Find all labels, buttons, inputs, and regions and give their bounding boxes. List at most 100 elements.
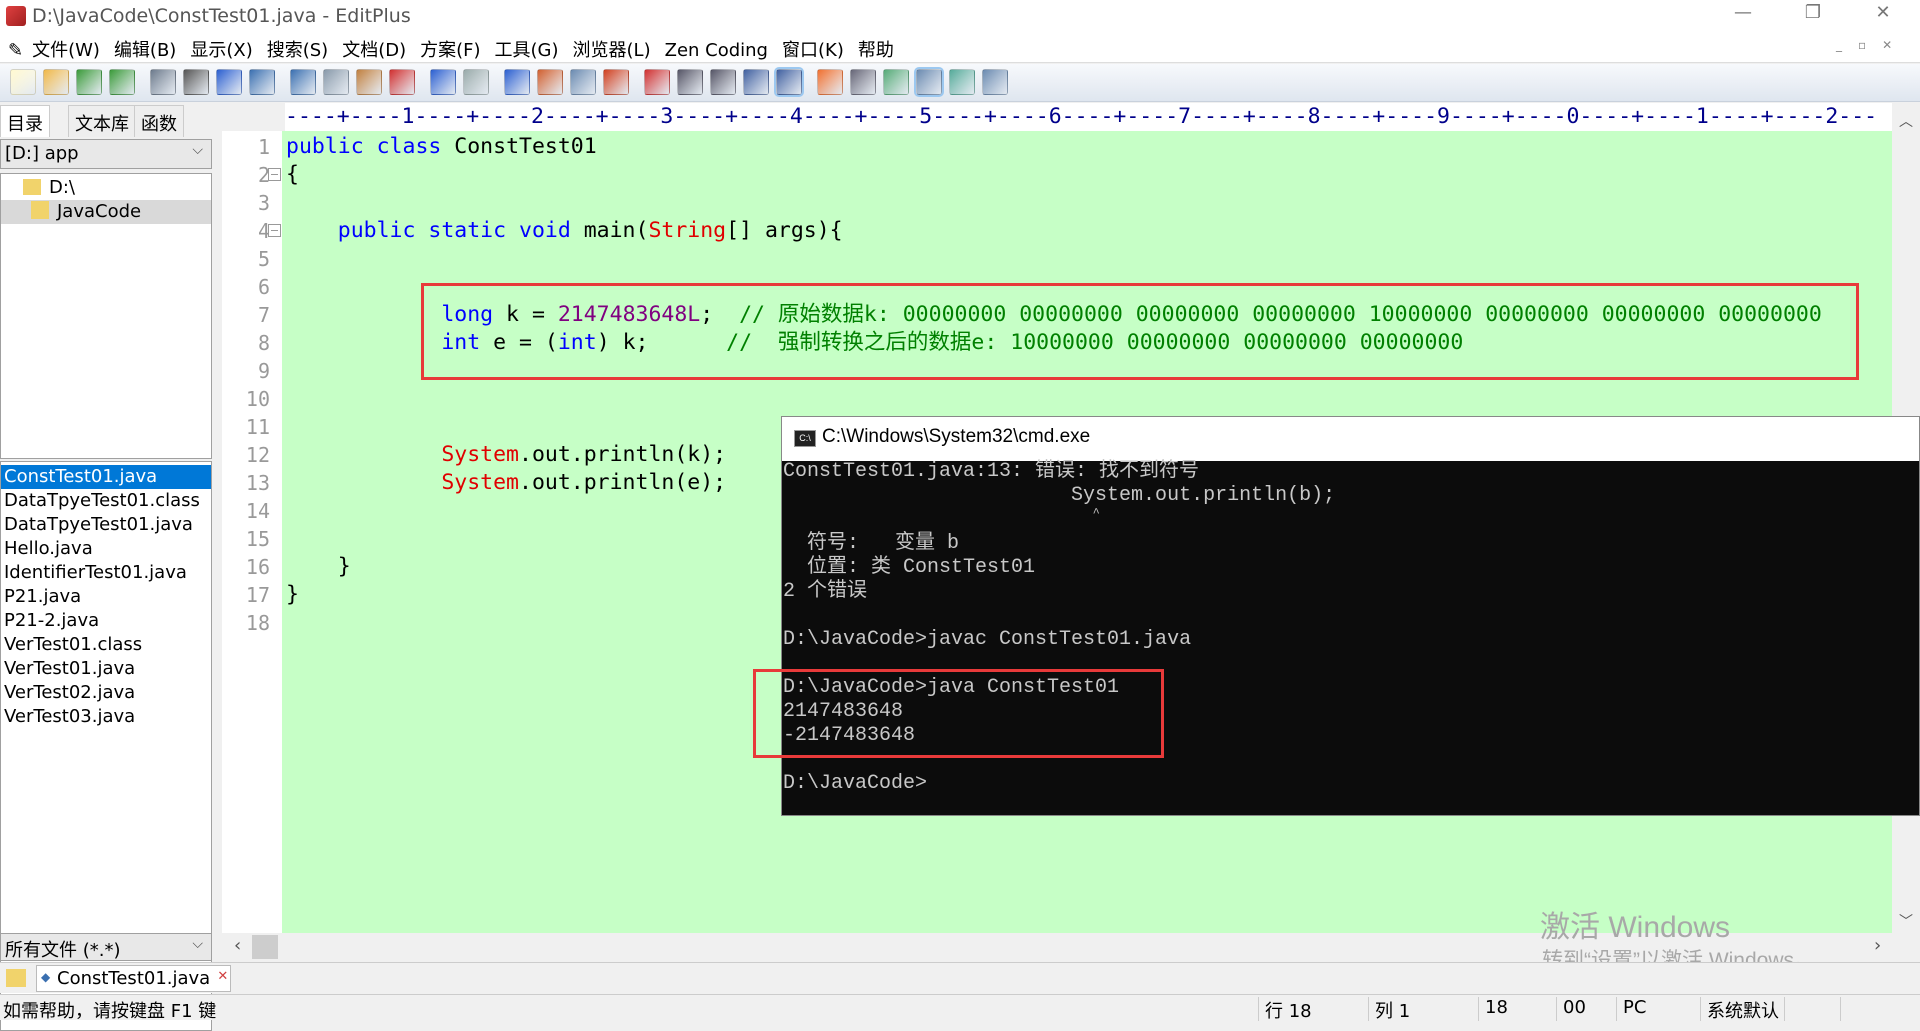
window-title: D:\JavaCode\ConstTest01.java - EditPlus — [32, 5, 411, 27]
indent-icon[interactable] — [743, 69, 769, 95]
tab-functions[interactable]: 函数 — [134, 105, 184, 137]
save-icon[interactable] — [76, 69, 102, 95]
cmd-icon: C:\ — [794, 430, 816, 447]
line-number: 16 — [245, 555, 270, 579]
app-icon — [6, 6, 26, 26]
mdi-controls[interactable]: _▫✕ — [1836, 38, 1908, 52]
print-preview-icon[interactable] — [150, 69, 176, 95]
close-button[interactable]: ✕ — [1860, 2, 1906, 30]
open-folder-icon — [31, 201, 49, 219]
close-tab-icon[interactable]: ✕ — [217, 969, 228, 984]
line-number: 14 — [245, 499, 270, 523]
menu-browser[interactable]: 浏览器(L) — [566, 32, 658, 66]
file-list-item[interactable]: P21-2.java — [1, 609, 211, 633]
menu-zen-coding[interactable]: Zen Coding — [658, 36, 775, 65]
activation-watermark-title: 激活 Windows — [1540, 911, 1731, 944]
scroll-down-icon[interactable]: ﹀ — [1899, 911, 1913, 931]
line-number: 5 — [257, 247, 270, 271]
cmd-window[interactable]: C:\ C:\Windows\System32\cmd.exe ConstTes… — [753, 416, 1920, 816]
file-list-item[interactable]: DataTpyeTest01.class — [1, 489, 211, 513]
find-icon[interactable] — [504, 69, 530, 95]
copy-icon[interactable] — [323, 69, 349, 95]
undo-icon[interactable] — [430, 69, 456, 95]
document-tab[interactable]: ◆ ConstTest01.java ✕ — [36, 965, 232, 992]
new-file-icon[interactable] — [10, 69, 36, 95]
tree-label: D:\ — [49, 177, 75, 198]
output-highlight-box — [753, 669, 1164, 758]
spell-check-icon[interactable] — [216, 69, 242, 95]
file-list-item[interactable]: ConstTest01.java — [1, 465, 211, 489]
tab-directory[interactable]: 目录 — [0, 105, 50, 137]
drive-value: [D:] app — [5, 143, 79, 164]
menu-edit[interactable]: 编辑(B) — [107, 32, 183, 66]
code-line-16: } — [286, 554, 351, 579]
line-number: 11 — [245, 415, 270, 439]
fold-toggle-icon[interactable] — [268, 224, 281, 237]
file-list-item[interactable]: VerTest02.java — [1, 681, 211, 705]
output-icon[interactable] — [949, 69, 975, 95]
line-number: 12 — [245, 443, 270, 467]
file-list-item[interactable]: IdentifierTest01.java — [1, 561, 211, 585]
tree-item-javacode[interactable]: JavaCode — [1, 200, 211, 224]
font-icon[interactable] — [644, 69, 670, 95]
tree-item-d[interactable]: D:\ — [1, 176, 211, 200]
cut-icon[interactable] — [290, 69, 316, 95]
browser-preview-icon[interactable] — [249, 69, 275, 95]
hex-icon[interactable] — [677, 69, 703, 95]
drive-select[interactable]: [D:] app ⌵ — [0, 139, 212, 169]
paste-icon[interactable] — [356, 69, 382, 95]
menu-window[interactable]: 窗口(K) — [775, 32, 851, 66]
directory-icon[interactable] — [883, 69, 909, 95]
open-file-icon[interactable] — [43, 69, 69, 95]
help-icon[interactable] — [982, 69, 1008, 95]
line-number: 10 — [245, 387, 270, 411]
scroll-thumb[interactable] — [252, 935, 278, 959]
ruler-icon[interactable] — [774, 67, 804, 97]
line-number: 3 — [257, 191, 270, 215]
file-filter-select[interactable]: 所有文件 (*.*) ⌵ — [0, 933, 212, 961]
cmd-output-line: D:\JavaCode>javac ConstTest01.java — [783, 628, 1192, 651]
line-number: 2 — [257, 163, 270, 187]
list-view-icon[interactable] — [850, 69, 876, 95]
word-wrap-icon[interactable] — [710, 69, 736, 95]
menu-project[interactable]: 方案(F) — [413, 32, 487, 66]
file-list-item[interactable]: VerTest03.java — [1, 705, 211, 729]
restore-button[interactable]: ❐ — [1790, 2, 1836, 30]
filter-value: 所有文件 (*.*) — [5, 940, 121, 961]
scroll-up-icon[interactable]: ︿ — [1899, 111, 1913, 131]
file-list-item[interactable]: VerTest01.class — [1, 633, 211, 657]
menu-view[interactable]: 显示(X) — [183, 32, 259, 66]
line-number: 4 — [257, 219, 270, 243]
scroll-left-icon[interactable]: ‹ — [234, 935, 241, 956]
line-number: 6 — [257, 275, 270, 299]
menu-help[interactable]: 帮助 — [851, 32, 901, 66]
scroll-right-icon[interactable]: › — [1874, 935, 1881, 956]
cliptext-icon[interactable] — [914, 67, 944, 97]
menu-search[interactable]: 搜索(S) — [260, 32, 335, 66]
redo-icon[interactable] — [463, 69, 489, 95]
pencil-icon: ✎ — [8, 40, 24, 61]
goto-icon[interactable] — [570, 69, 596, 95]
menu-file[interactable]: 文件(W) — [25, 32, 107, 66]
class-name: System — [286, 442, 519, 467]
save-all-icon[interactable] — [109, 69, 135, 95]
file-list-item[interactable]: VerTest01.java — [1, 657, 211, 681]
print-icon[interactable] — [183, 69, 209, 95]
code-line-4: public static void main(String[] args){ — [286, 217, 843, 245]
line-numbers-icon[interactable] — [603, 69, 629, 95]
file-list-item[interactable]: P21.java — [1, 585, 211, 609]
minimize-button[interactable]: — — [1720, 2, 1766, 30]
tab-cliptext[interactable]: 文本库 — [68, 105, 136, 137]
fold-toggle-icon[interactable] — [268, 168, 281, 181]
menu-tools[interactable]: 工具(G) — [488, 32, 566, 66]
file-list-item[interactable]: DataTpyeTest01.java — [1, 513, 211, 537]
check-icon[interactable] — [817, 69, 843, 95]
code-line-1: public class ConstTest01 — [286, 133, 597, 161]
code-text: .out.println(k); — [519, 442, 727, 467]
delete-icon[interactable] — [389, 69, 415, 95]
line-number-gutter: 1 2 3 4 5 6 7 8 9 10 11 12 13 14 15 16 17 18 — [222, 131, 282, 933]
replace-icon[interactable] — [537, 69, 563, 95]
file-list-item[interactable]: Hello.java — [1, 537, 211, 561]
class-name: System — [286, 470, 519, 495]
menu-document[interactable]: 文档(D) — [335, 32, 413, 66]
